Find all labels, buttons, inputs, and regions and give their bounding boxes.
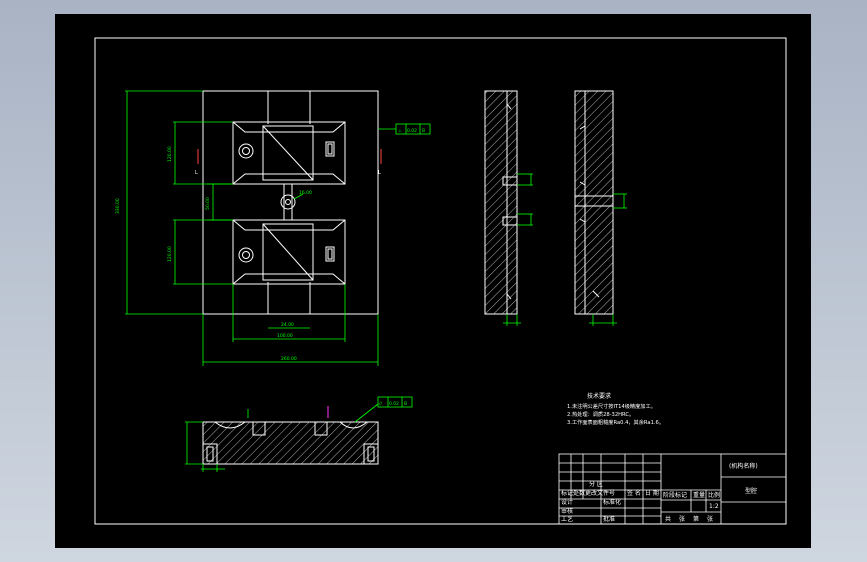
tb-bili: 比例 xyxy=(708,491,720,499)
front-section: // 0.02 B xyxy=(185,396,413,472)
tol-datum: B xyxy=(422,128,425,134)
tb-bili-value: 1:2 xyxy=(709,503,719,510)
tb-gongyi: 工艺 xyxy=(561,515,573,523)
section-mark-left: L xyxy=(195,170,198,176)
side-section-1 xyxy=(484,90,533,326)
side-section-2 xyxy=(574,90,627,326)
cad-viewport[interactable]: L L ⊥ 0.02 B 330.00 120.00 120.00 50.00 … xyxy=(0,0,867,562)
title-block: 分 区 标记 处数 更改文件号 签 名 日 期 设计 标准化 阶段标记 重量 比… xyxy=(558,453,787,525)
dim-center-gap: 50.00 xyxy=(205,197,211,210)
tech-heading: 技术要求 xyxy=(587,392,611,400)
tb-sheji: 设计 xyxy=(561,498,573,506)
tb-drawing-title: 型腔 xyxy=(745,487,757,495)
tb-biaoji: 标记 xyxy=(561,489,573,497)
section-mark-right: L xyxy=(378,170,381,176)
tb-shenhe: 审核 xyxy=(561,507,573,515)
tech-line-2: 2.热处理：调质28-32HRC。 xyxy=(567,410,634,418)
tb-fenqu: 分 区 xyxy=(589,480,603,488)
dim-overall-width: 260.00 xyxy=(281,356,297,362)
dim-cavity-width: 100.00 xyxy=(277,333,293,339)
dim-slot-width: 24.00 xyxy=(281,322,294,328)
plan-view: L L ⊥ 0.02 B 330.00 120.00 120.00 50.00 … xyxy=(115,90,431,366)
tech-line-1: 1.未注明公差尺寸按IT14级精度加工。 xyxy=(567,402,656,410)
tol-value: 0.02 xyxy=(407,128,417,134)
drawing-border xyxy=(94,37,787,525)
drawing-canvas: L L ⊥ 0.02 B 330.00 120.00 120.00 50.00 … xyxy=(94,37,787,525)
tolerance-frame-section: // 0.02 B xyxy=(354,396,413,423)
tol-section-datum: B xyxy=(404,401,407,407)
tb-di: 第 xyxy=(693,515,699,523)
tb-zhang: 张 xyxy=(679,515,685,523)
dim-overall-height: 330.00 xyxy=(115,198,121,214)
tb-zhongliang: 重量 xyxy=(693,491,705,499)
upper-cavity xyxy=(232,121,346,185)
tb-biaozhunhua: 标准化 xyxy=(603,498,621,506)
tb-qianming: 签 名 xyxy=(627,489,641,497)
tolerance-frame-top: ⊥ 0.02 B xyxy=(378,123,431,135)
tb-gong: 共 xyxy=(665,515,671,523)
tb-jieduan: 阶段标记 xyxy=(663,491,687,499)
tb-riqi: 日 期 xyxy=(645,489,659,497)
tol-section-symbol: // xyxy=(379,401,383,407)
tech-line-3: 3.工作面表面粗糙度Ra0.4，其余Ra1.6。 xyxy=(567,418,664,426)
tb-zhang2: 张 xyxy=(707,515,713,523)
dim-runner: 16.00 xyxy=(299,190,312,196)
tb-gengai: 更改文件号 xyxy=(585,489,615,497)
tb-org-name: (机构名称) xyxy=(729,462,758,470)
tol-section-value: 0.02 xyxy=(389,401,399,407)
tol-symbol: ⊥ xyxy=(398,128,402,134)
lower-cavity xyxy=(232,219,346,285)
tb-shuliang: 处数 xyxy=(573,489,585,497)
dim-cavity-height-2: 120.00 xyxy=(167,246,173,262)
dim-cavity-height: 120.00 xyxy=(167,146,173,162)
runner xyxy=(280,184,296,220)
tb-pizhun: 批准 xyxy=(603,515,615,523)
drawing-sheet: L L ⊥ 0.02 B 330.00 120.00 120.00 50.00 … xyxy=(55,14,811,548)
tech-requirements: 技术要求 1.未注明公差尺寸按IT14级精度加工。 2.热处理：调质28-32H… xyxy=(567,392,664,426)
